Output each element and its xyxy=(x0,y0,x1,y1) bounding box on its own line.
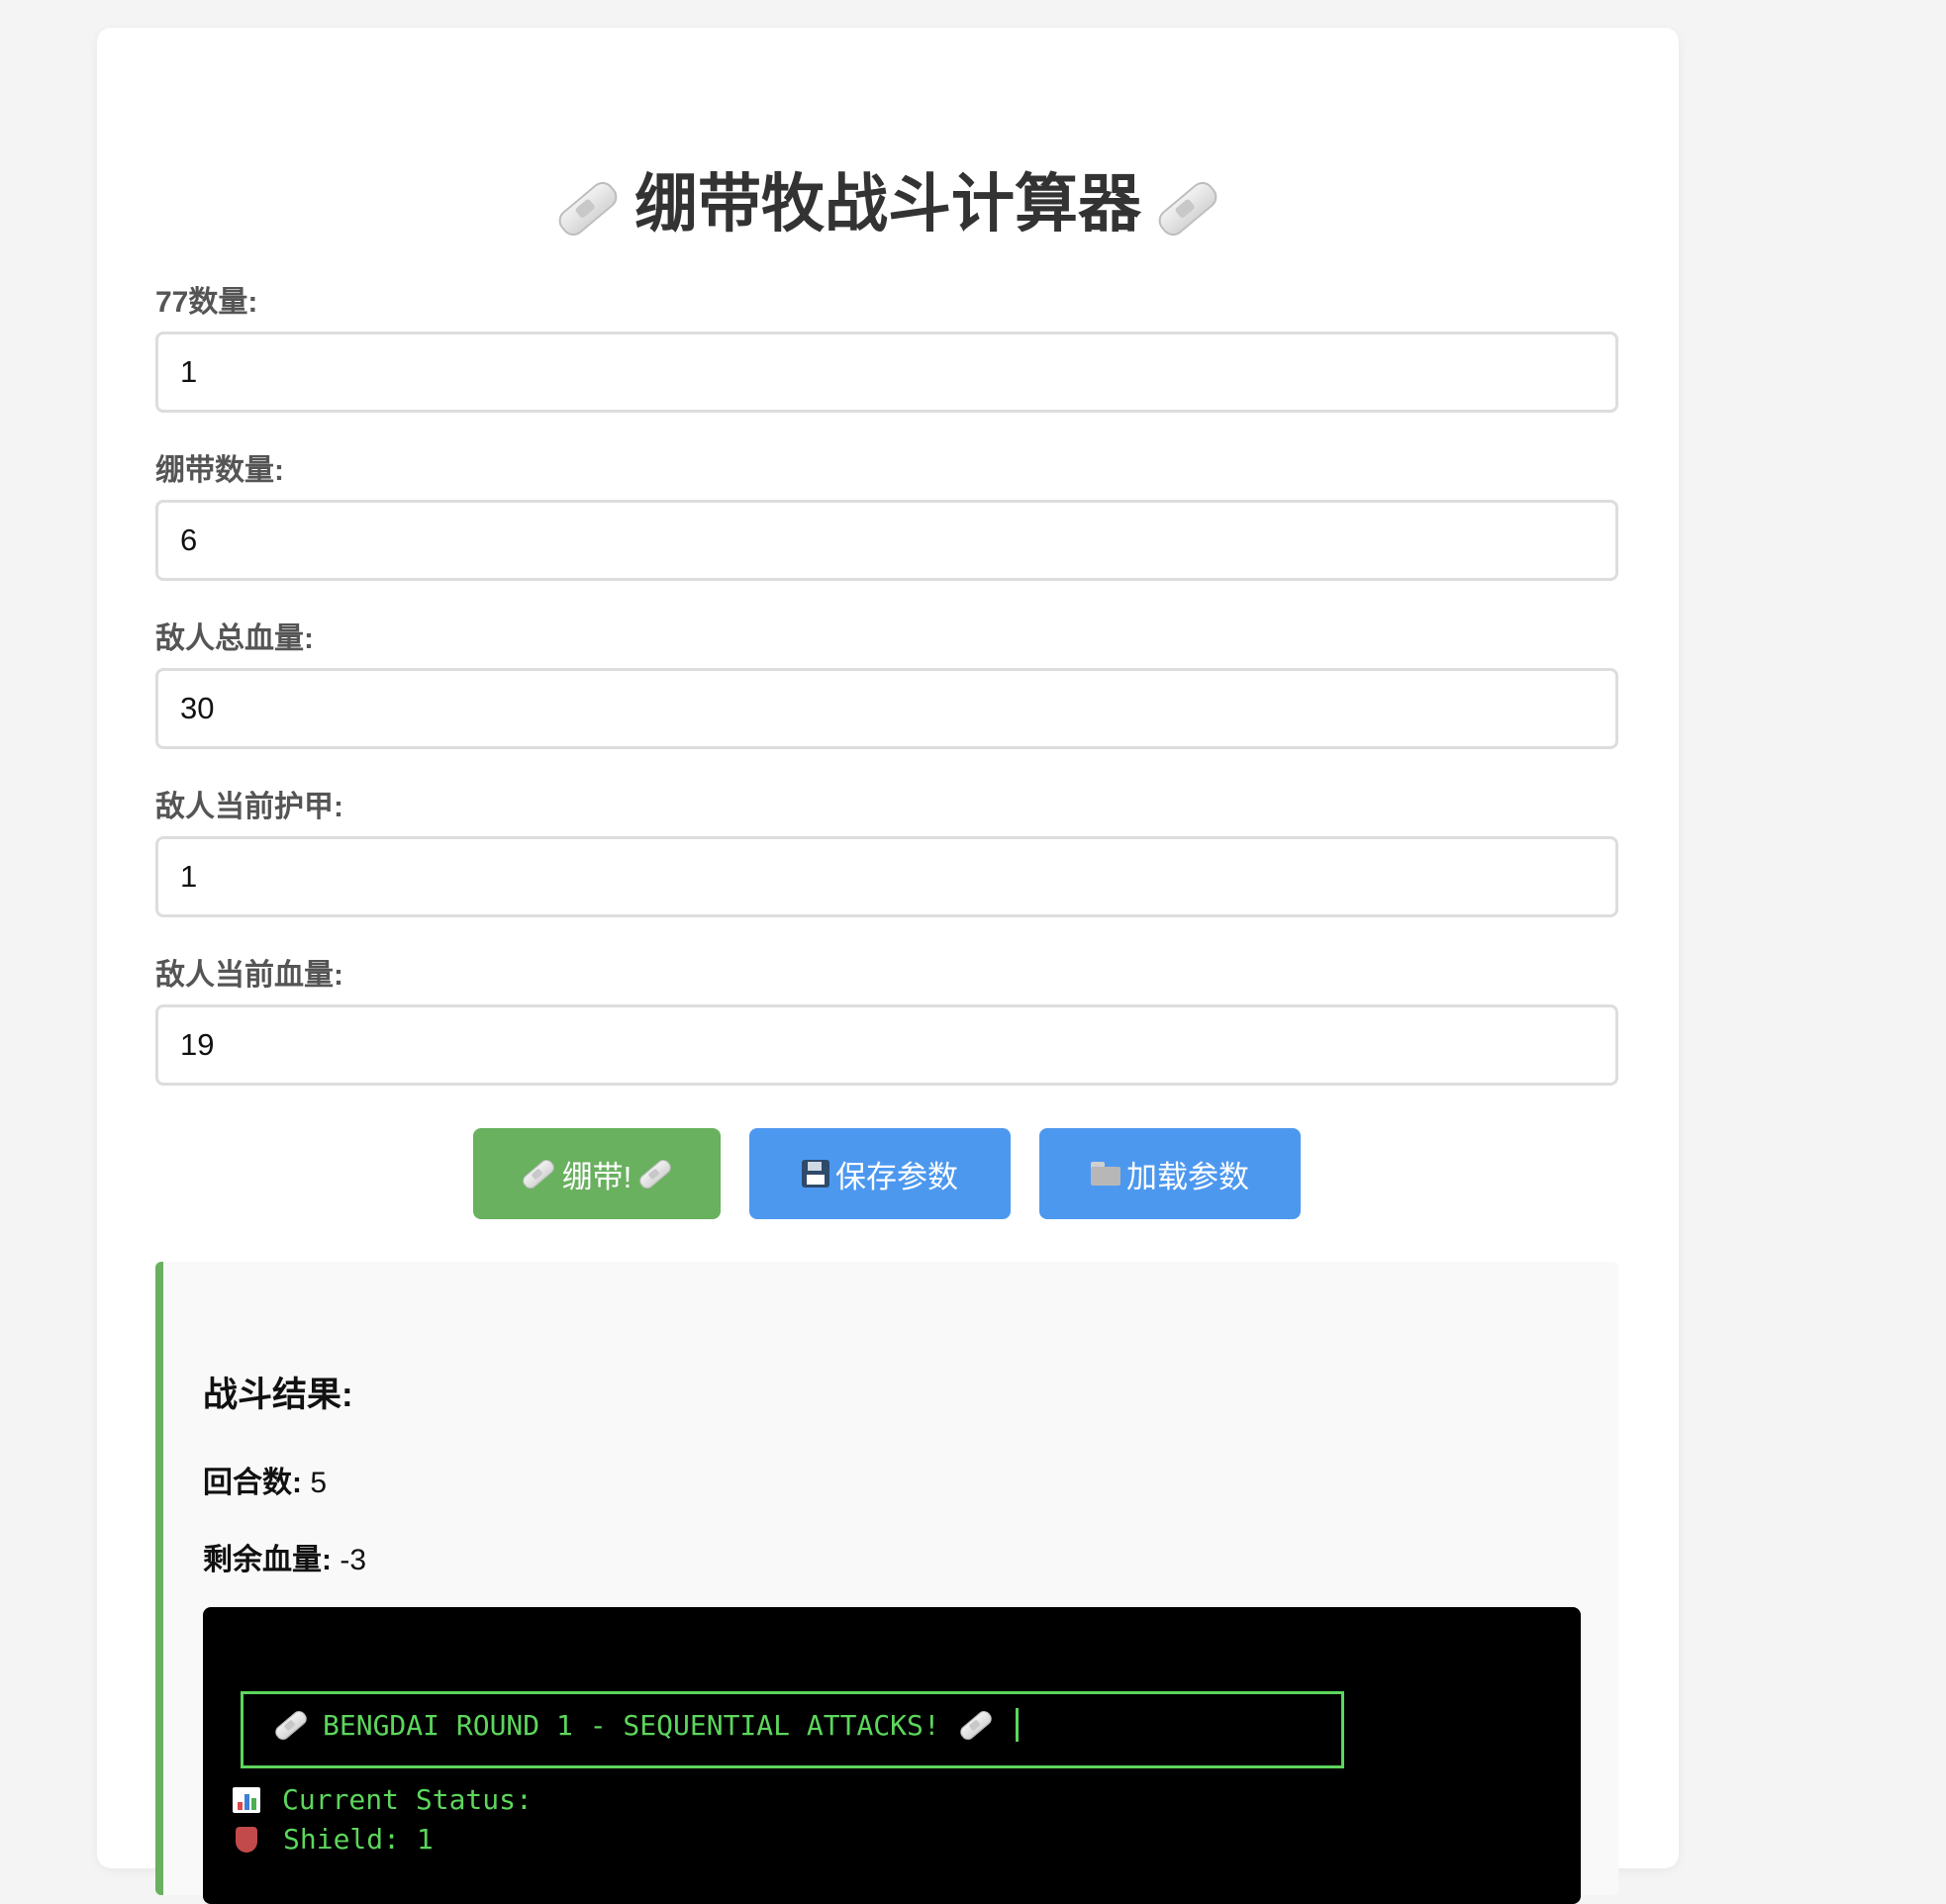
field-input-bandage-count[interactable] xyxy=(155,500,1618,581)
shield-text: Shield: 1 xyxy=(283,1823,434,1856)
save-params-label: 保存参数 xyxy=(835,1159,958,1194)
status-label: Current Status: xyxy=(282,1783,533,1816)
result-rounds-value: 5 xyxy=(310,1467,328,1499)
field-input-enemy-armor[interactable] xyxy=(155,836,1618,917)
bar-chart-icon xyxy=(233,1786,260,1813)
round-banner-text: BENGDAI ROUND 1 - SEQUENTIAL ATTACKS! xyxy=(323,1708,940,1742)
result-rounds-label: 回合数: xyxy=(203,1467,302,1499)
field-label-enemy-armor: 敌人当前护甲: xyxy=(155,791,343,823)
round-banner: BENGDAI ROUND 1 - SEQUENTIAL ATTACKS! xyxy=(267,1707,1019,1743)
field-input-77-count[interactable] xyxy=(155,332,1618,413)
result-remaining-value: -3 xyxy=(340,1544,367,1576)
result-remaining-hp: 剩余血量: -3 xyxy=(203,1535,366,1578)
round-banner-box: BENGDAI ROUND 1 - SEQUENTIAL ATTACKS! xyxy=(241,1691,1344,1768)
bandage-icon xyxy=(1153,177,1222,241)
result-rounds: 回合数: 5 xyxy=(203,1458,327,1501)
field-input-enemy-current-hp[interactable] xyxy=(155,1004,1618,1086)
bandage-icon xyxy=(957,1707,995,1743)
bandage-icon xyxy=(520,1156,557,1191)
page-title-text: 绷带牧战斗计算器 xyxy=(634,168,1141,239)
bandage-icon xyxy=(553,177,623,241)
field-label-bandage-count: 绷带数量: xyxy=(155,454,284,487)
text-cursor xyxy=(1015,1708,1019,1742)
save-params-button[interactable]: 保存参数 xyxy=(749,1128,1011,1219)
status-line: Current Status: xyxy=(233,1783,533,1816)
bandage-button[interactable]: 绷带! xyxy=(473,1128,721,1219)
page-title: 绷带牧战斗计算器 xyxy=(97,156,1679,251)
battle-log-terminal: BENGDAI ROUND 1 - SEQUENTIAL ATTACKS! Cu… xyxy=(203,1607,1581,1904)
field-input-enemy-total-hp[interactable] xyxy=(155,668,1618,749)
floppy-disk-icon xyxy=(802,1160,829,1188)
bandage-icon xyxy=(272,1707,310,1743)
folder-icon xyxy=(1091,1162,1120,1186)
field-label-77-count: 77数量: xyxy=(155,286,258,319)
battle-result-panel: 战斗结果: 回合数: 5 剩余血量: -3 BENGDAI ROUND 1 - … xyxy=(155,1262,1618,1904)
field-label-enemy-total-hp: 敌人总血量: xyxy=(155,622,314,655)
load-params-label: 加载参数 xyxy=(1126,1159,1249,1194)
field-label-enemy-current-hp: 敌人当前血量: xyxy=(155,959,343,992)
load-params-button[interactable]: 加载参数 xyxy=(1039,1128,1301,1219)
calculator-card: 绷带牧战斗计算器 77数量: 绷带数量: 敌人总血量: 敌人当前护甲: 敌人当前… xyxy=(97,28,1679,1904)
result-title: 战斗结果: xyxy=(203,1376,353,1414)
result-remaining-label: 剩余血量: xyxy=(203,1544,332,1576)
bandage-icon xyxy=(636,1156,674,1191)
shield-line: Shield: 1 xyxy=(233,1823,434,1856)
bandage-button-label: 绷带! xyxy=(561,1159,632,1194)
shield-icon xyxy=(236,1826,257,1853)
